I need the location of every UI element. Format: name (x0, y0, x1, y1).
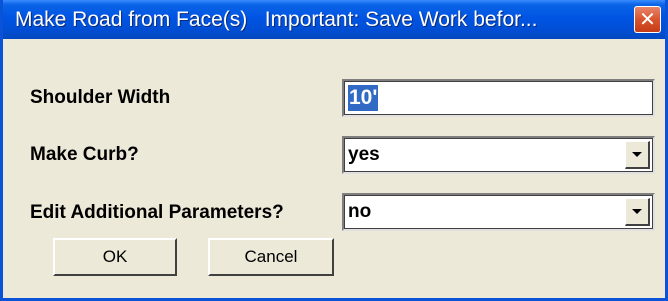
edit-params-value: no (348, 201, 372, 222)
shoulder-width-label: Shoulder Width (30, 87, 171, 108)
make-curb-select[interactable]: yes (342, 136, 655, 174)
dialog-window: Make Road from Face(s) Important: Save W… (0, 0, 668, 301)
make-curb-label: Make Curb? (30, 144, 139, 165)
edit-params-label: Edit Additional Parameters? (30, 202, 284, 223)
edit-params-select[interactable]: no (342, 193, 655, 231)
chevron-down-icon[interactable] (625, 198, 650, 226)
shoulder-width-input[interactable]: 10' (342, 79, 655, 117)
chevron-down-icon[interactable] (625, 141, 650, 169)
make-curb-value: yes (348, 144, 380, 165)
title-bar[interactable]: Make Road from Face(s) Important: Save W… (3, 0, 665, 39)
window-title: Make Road from Face(s) Important: Save W… (15, 7, 538, 31)
cancel-button[interactable]: Cancel (208, 238, 334, 276)
shoulder-width-value: 10' (348, 85, 379, 111)
close-icon[interactable]: ✕ (634, 6, 661, 33)
ok-button[interactable]: OK (53, 238, 177, 276)
